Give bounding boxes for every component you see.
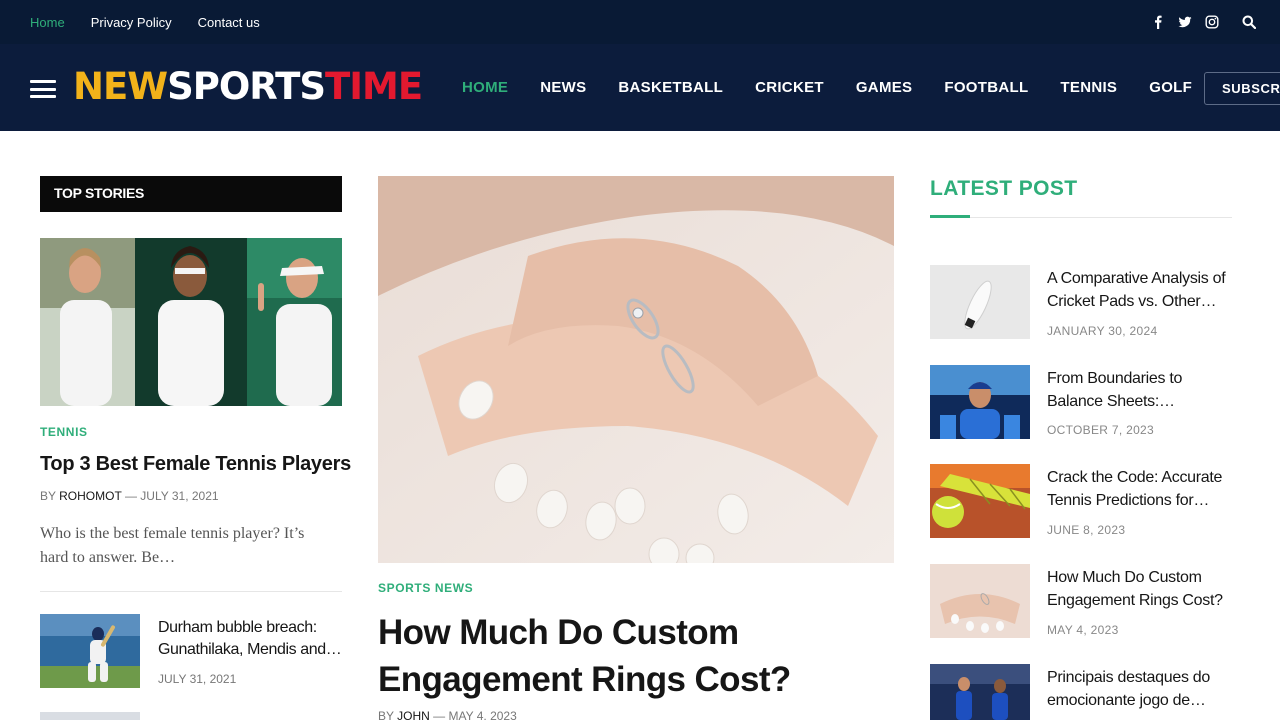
main-story-author[interactable]: ROHOMOT [59, 489, 121, 503]
latest-post-title[interactable]: From Boundaries to Balance Sheets:… [1047, 367, 1237, 413]
small-story-date: JULY 31, 2021 [158, 672, 237, 686]
latest-post-date: JUNE 8, 2023 [1047, 523, 1126, 537]
twitter-icon[interactable] [1178, 15, 1192, 29]
top-link-contact-us[interactable]: Contact us [198, 15, 260, 30]
top-link-home[interactable]: Home [30, 15, 65, 30]
meta-separator: — [124, 489, 137, 503]
latest-post-date: JANUARY 30, 2024 [1047, 324, 1158, 338]
top-stories-heading: TOP STORIES [40, 176, 342, 212]
featured-rings-image[interactable] [378, 176, 894, 563]
top-links: Home Privacy Policy Contact us [30, 0, 260, 44]
latest-post-date: MAY 4, 2023 [1047, 623, 1119, 637]
featured-by: BY [378, 709, 394, 720]
logo-part-new: NEW [73, 65, 168, 108]
cricket-player-image[interactable] [40, 614, 140, 688]
logo-part-time: TIME [325, 65, 423, 108]
menu-icon[interactable] [30, 80, 56, 98]
nav-item-cricket[interactable]: CRICKET [739, 79, 840, 96]
featured-meta: BY JOHN — MAY 4, 2023 [378, 709, 517, 720]
next-story-image[interactable] [40, 712, 140, 720]
nav-item-tennis[interactable]: TENNIS [1044, 79, 1133, 96]
main-story-title[interactable]: Top 3 Best Female Tennis Players [40, 453, 351, 476]
nav-item-games[interactable]: GAMES [840, 79, 929, 96]
nav-item-golf[interactable]: GOLF [1133, 79, 1208, 96]
logo-part-sports: SPORTS [167, 65, 326, 108]
cricketer-image[interactable] [930, 365, 1030, 439]
small-story-title[interactable]: Durham bubble breach: Gunathilaka, Mendi… [158, 617, 343, 661]
nav-item-football[interactable]: FOOTBALL [928, 79, 1044, 96]
main-story-category[interactable]: TENNIS [40, 425, 88, 439]
latest-post-title[interactable]: Crack the Code: Accurate Tennis Predicti… [1047, 466, 1237, 512]
main-story-by: BY [40, 489, 56, 503]
facebook-icon[interactable] [1151, 15, 1165, 29]
main-story-date: JULY 31, 2021 [140, 489, 219, 503]
featured-title[interactable]: How Much Do Custom Engagement Rings Cost… [378, 609, 908, 703]
subscribe-button[interactable]: SUBSCRIBE [1204, 72, 1280, 105]
latest-post-heading: LATEST POST [930, 177, 1078, 200]
latest-post-title[interactable]: A Comparative Analysis of Cricket Pads v… [1047, 267, 1237, 313]
latest-post-underline [930, 217, 1232, 218]
featured-category[interactable]: SPORTS NEWS [378, 581, 473, 595]
tennis-ball-image[interactable] [930, 464, 1030, 538]
instagram-icon[interactable] [1205, 15, 1219, 29]
top-bar: Home Privacy Policy Contact us [0, 0, 1280, 44]
social-links [1151, 0, 1256, 44]
main-header: NEWSPORTSTIME HOME NEWS BASKETBALL CRICK… [0, 44, 1280, 131]
football-match-image[interactable] [930, 664, 1030, 720]
latest-post-title[interactable]: Principais destaques do emocionante jogo… [1047, 666, 1237, 712]
nav-item-news[interactable]: NEWS [524, 79, 602, 96]
main-nav: HOME NEWS BASKETBALL CRICKET GAMES FOOTB… [446, 44, 1208, 131]
cricket-pads-image[interactable] [930, 265, 1030, 339]
latest-post-title[interactable]: How Much Do Custom Engagement Rings Cost… [1047, 566, 1237, 612]
search-icon[interactable] [1242, 15, 1256, 29]
featured-author[interactable]: JOHN [397, 709, 430, 720]
main-story-meta: BY ROHOMOT — JULY 31, 2021 [40, 489, 219, 503]
nav-item-home[interactable]: HOME [446, 79, 524, 96]
site-logo[interactable]: NEWSPORTSTIME [73, 64, 423, 110]
rings-thumbnail-image[interactable] [930, 564, 1030, 638]
latest-post-accent [930, 215, 970, 218]
divider [40, 591, 342, 592]
featured-date: MAY 4, 2023 [448, 709, 517, 720]
top-link-privacy-policy[interactable]: Privacy Policy [91, 15, 172, 30]
latest-post-date: OCTOBER 7, 2023 [1047, 423, 1154, 437]
tennis-players-image[interactable] [40, 238, 342, 406]
nav-item-basketball[interactable]: BASKETBALL [602, 79, 739, 96]
main-story-excerpt: Who is the best female tennis player? It… [40, 525, 305, 566]
meta-separator: — [433, 709, 446, 720]
